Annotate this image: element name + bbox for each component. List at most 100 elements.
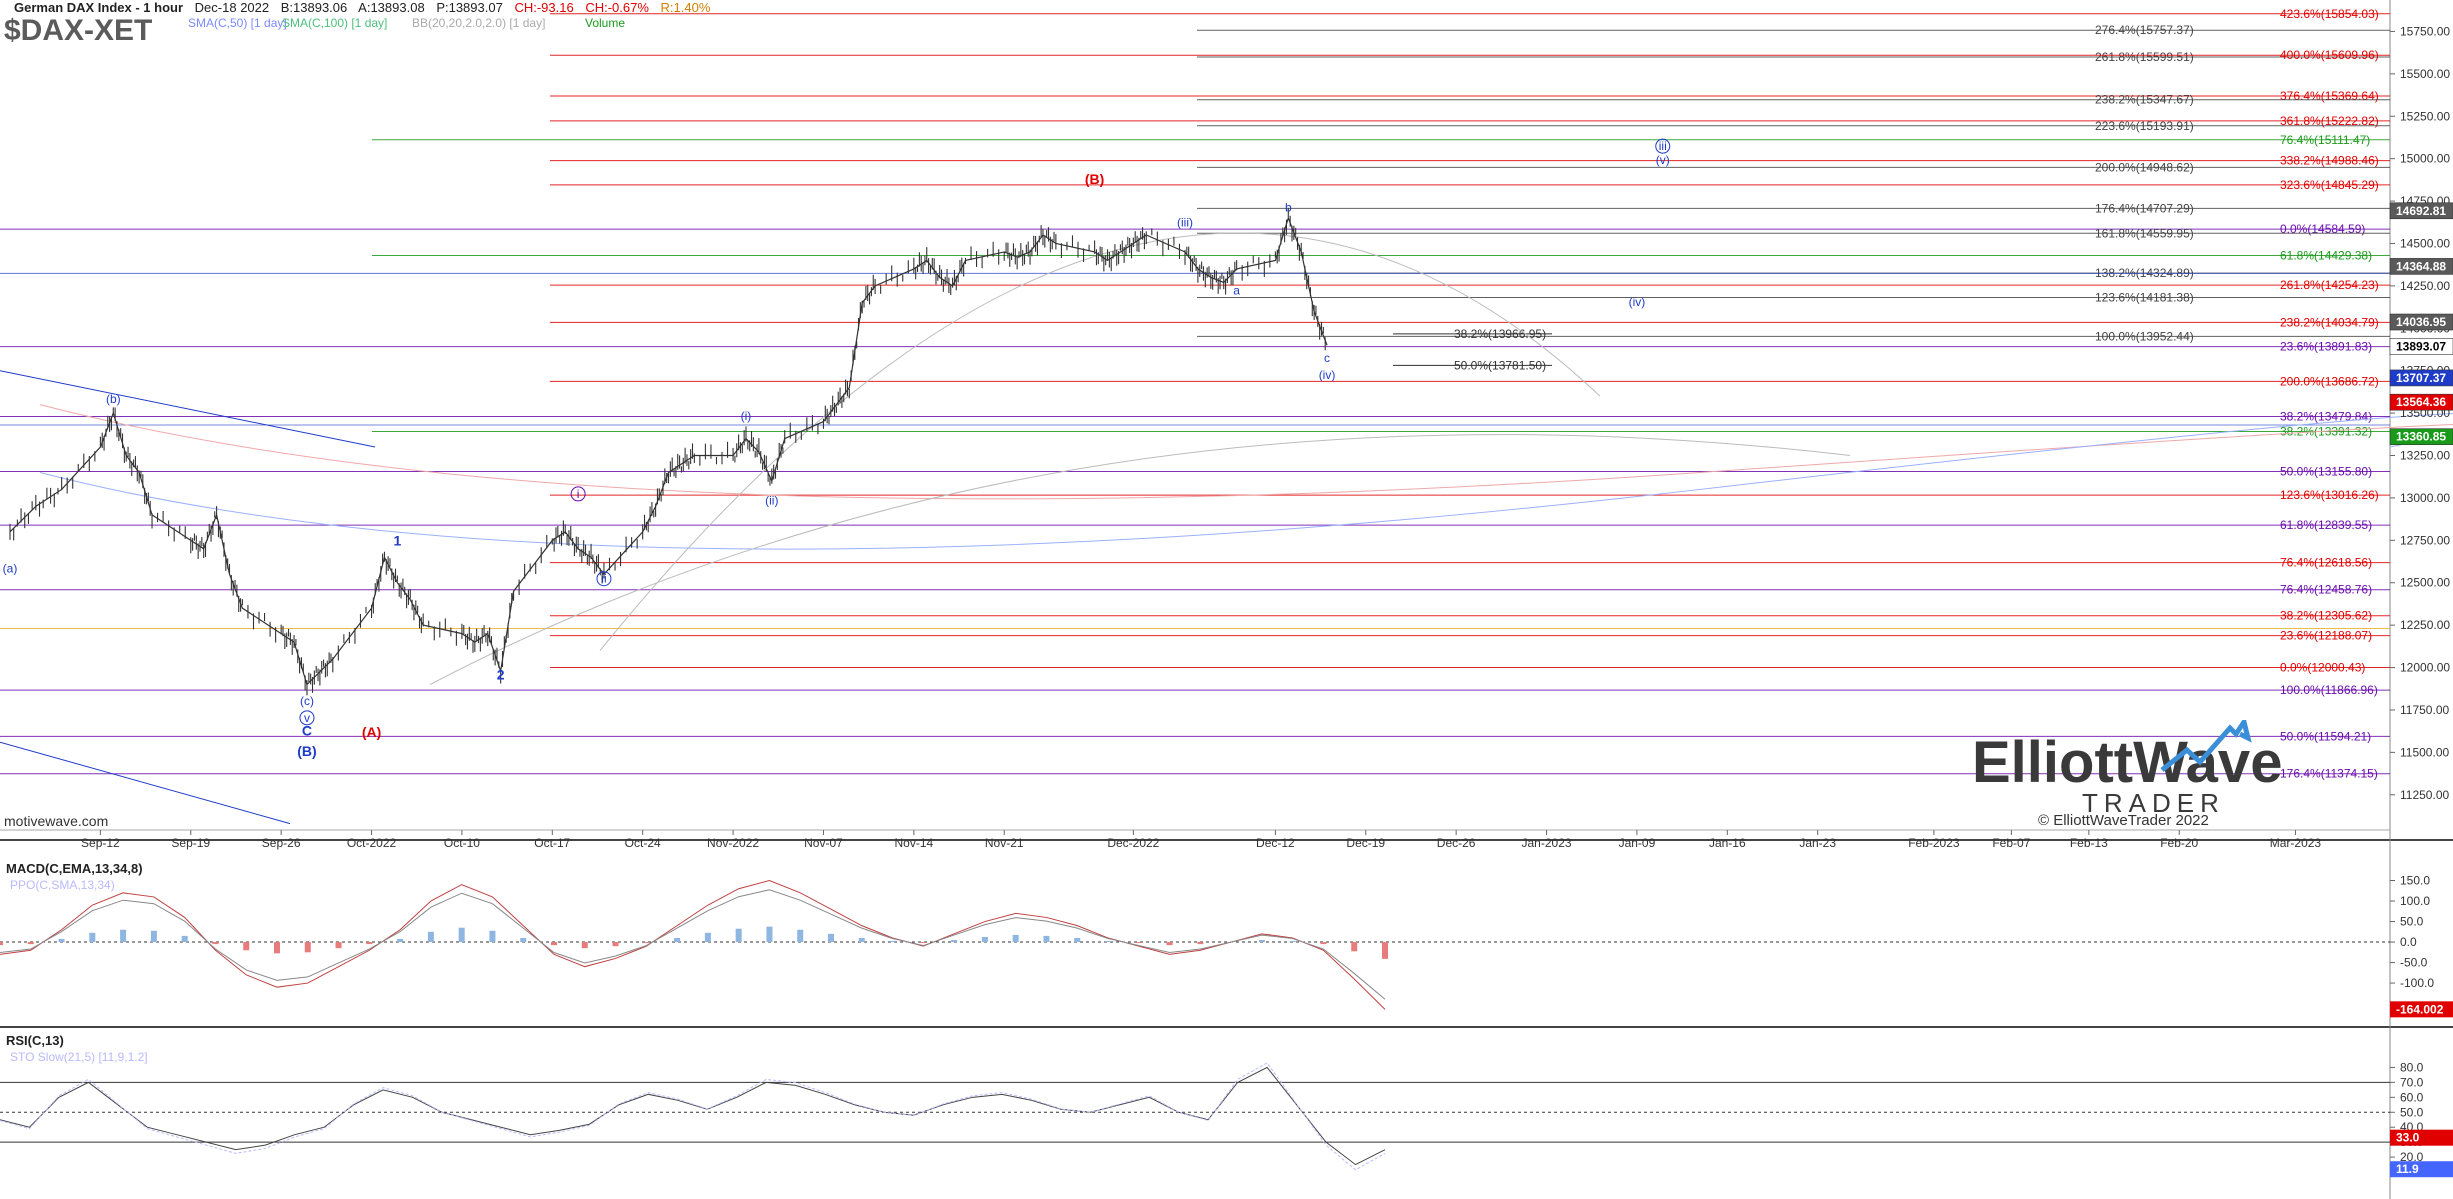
fib-label: 376.4%(15369.64) [2280, 89, 2379, 103]
fib-label: 50.0%(11594.21) [2280, 729, 2371, 743]
fib-label: 38.2%(13479.84) [2280, 410, 2372, 424]
macd-histogram-bar [89, 932, 96, 943]
macd-histogram-bar [335, 942, 342, 949]
macd-y-tick-label: -50.0 [2400, 956, 2428, 970]
macd-histogram-bar [489, 930, 496, 943]
x-tick-label: Dec-19 [1346, 836, 1385, 850]
wave-label: iii [1659, 139, 1667, 153]
macd-histogram-bar [520, 937, 527, 943]
x-tick-label: Feb-13 [2070, 836, 2108, 850]
change-pct-value: CH:-0.67% [585, 0, 649, 15]
dax-chart[interactable]: 423.6%(15854.03)276.4%(15757.37)261.8%(1… [0, 0, 2453, 1199]
macd-value-tag-label: -164.002 [2396, 1002, 2444, 1016]
sma100-legend[interactable]: SMA(C,100) [1 day] [282, 16, 387, 30]
fib-label: 200.0%(14948.62) [2095, 160, 2194, 174]
fib-label: 238.2%(14034.79) [2280, 315, 2379, 329]
macd-histogram-bar [1012, 934, 1019, 943]
wave-label: (v) [1656, 153, 1670, 167]
fib-label: 23.6%(13891.83) [2280, 340, 2372, 354]
rsi-y-tick-label: 50.0 [2400, 1105, 2424, 1119]
fib-label: 261.8%(15599.51) [2095, 50, 2194, 64]
price-tag-label: 13707.37 [2396, 371, 2446, 385]
macd-panel-subtitle: PPO(C,SMA,13,34) [10, 878, 115, 892]
macd-histogram-bar [120, 929, 127, 943]
price-value: P:13893.07 [436, 0, 503, 15]
bid-value: B:13893.06 [280, 0, 348, 15]
copyright-label: © ElliottWaveTrader 2022 [2038, 812, 2209, 829]
macd-histogram-bar [1043, 935, 1050, 943]
macd-histogram-bar [1105, 941, 1111, 943]
fib-label: 176.4%(11374.15) [2280, 767, 2378, 781]
fib-label: 223.6%(15193.91) [2095, 119, 2194, 133]
volume-legend[interactable]: Volume [585, 16, 625, 30]
macd-histogram-bar [643, 942, 650, 944]
macd-histogram-bar [1197, 942, 1204, 945]
sma50-legend[interactable]: SMA(C,50) [1 day] [188, 16, 287, 30]
macd-histogram-bar [150, 930, 157, 943]
y-tick-label: 13000.00 [2400, 491, 2450, 505]
fib-label: 276.4%(15757.37) [2095, 23, 2194, 37]
wave-label: 2 [497, 666, 505, 682]
rsi-y-tick-label: 80.0 [2400, 1060, 2424, 1074]
price-tag-label: 13360.85 [2396, 430, 2446, 444]
fib-label: 0.0%(12000.43) [2280, 660, 2365, 674]
macd-histogram-bar [1074, 937, 1081, 943]
y-tick-label: 14500.00 [2400, 236, 2450, 250]
x-tick-label: Dec-26 [1437, 836, 1476, 850]
x-tick-label: Nov-07 [804, 836, 843, 850]
fib-label: 123.6%(13016.26) [2280, 488, 2379, 502]
macd-y-tick-label: 100.0 [2400, 894, 2430, 908]
y-tick-label: 13250.00 [2400, 449, 2450, 463]
price-tag-label: 13564.36 [2396, 395, 2446, 409]
wave-label: (ii) [765, 494, 778, 508]
macd-histogram-bar [766, 926, 773, 943]
macd-y-tick-label: 0.0 [2400, 935, 2417, 949]
sto-value-tag-label: 11.9 [2396, 1162, 2419, 1176]
macd-histogram-bar [674, 937, 681, 943]
x-tick-label: Feb-07 [1992, 836, 2030, 850]
macd-y-tick-label: 150.0 [2400, 874, 2430, 888]
fib-label: 61.8%(14429.38) [2280, 248, 2372, 262]
x-tick-label: Feb-2023 [1908, 836, 1960, 850]
y-tick-label: 11500.00 [2400, 745, 2449, 759]
x-tick-label: Dec-12 [1256, 836, 1295, 850]
wave-label: (a) [3, 562, 18, 576]
rsi-panel-subtitle: STO Slow(21,5) [11,9,1.2] [10, 1050, 148, 1064]
fib-label: 323.6%(14845.29) [2280, 178, 2379, 192]
price-tag-label: 14692.81 [2396, 204, 2446, 218]
short-fib-label: 50.0%(13781.50) [1454, 358, 1546, 372]
y-tick-label: 15000.00 [2400, 152, 2450, 166]
macd-y-tick-label: -100.0 [2400, 976, 2434, 990]
wave-label: 1 [393, 532, 401, 548]
x-tick-label: Nov-14 [895, 836, 934, 850]
bollinger-legend[interactable]: BB(20,20,2.0,2.0) [1 day] [412, 16, 545, 30]
fib-label: 100.0%(13952.44) [2095, 329, 2194, 343]
macd-histogram-bar [366, 942, 373, 945]
chart-date: Dec-18 2022 [194, 0, 270, 15]
macd-histogram-bar [397, 938, 404, 943]
x-tick-label: Oct-24 [625, 836, 661, 850]
x-tick-label: Nov-2022 [707, 836, 759, 850]
wave-label: i [577, 487, 580, 501]
wave-label: c [1324, 351, 1330, 365]
x-tick-label: Feb-20 [2160, 836, 2198, 850]
ask-value: A:13893.08 [358, 0, 425, 15]
x-tick-label: Oct-10 [444, 836, 480, 850]
macd-histogram-bar [58, 938, 65, 943]
macd-histogram-bar [27, 942, 34, 945]
fib-label: 100.0%(11866.96) [2280, 683, 2378, 697]
macd-histogram-bar [858, 937, 865, 943]
wave-label: (iv) [1319, 368, 1336, 382]
y-tick-label: 12750.00 [2400, 533, 2450, 547]
rsi-panel-title: RSI(C,13) [6, 1033, 64, 1048]
wave-label: (b) [106, 392, 121, 406]
macd-histogram-bar [243, 942, 250, 951]
range-value: R:1.40% [660, 0, 711, 15]
rsi-y-tick-label: 70.0 [2400, 1075, 2424, 1089]
wave-label: (c) [300, 694, 314, 708]
y-tick-label: 12250.00 [2400, 618, 2450, 632]
x-tick-label: Jan-16 [1709, 836, 1746, 850]
wave-label: ii [601, 572, 606, 586]
price-tag-label: 14364.88 [2396, 259, 2446, 273]
y-tick-label: 14250.00 [2400, 279, 2450, 293]
